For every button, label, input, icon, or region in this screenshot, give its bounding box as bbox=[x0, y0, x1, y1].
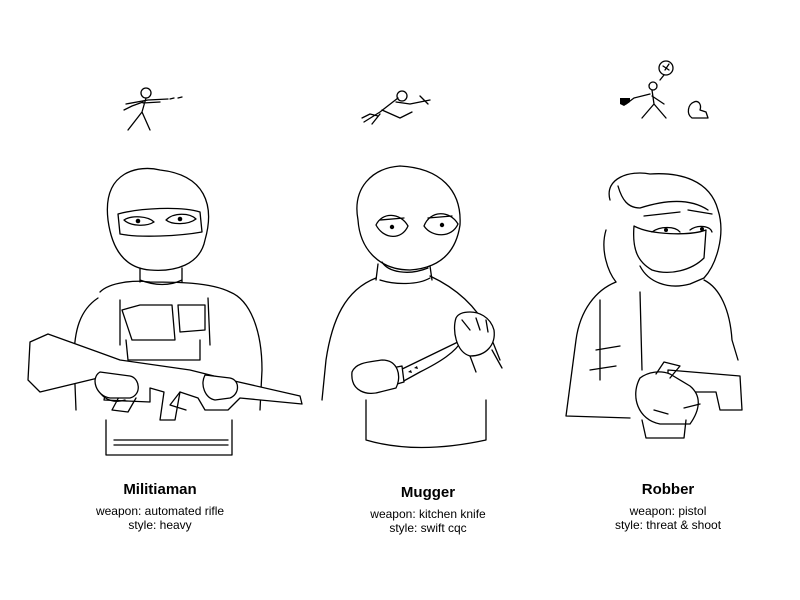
robber-mask bbox=[632, 225, 707, 273]
mugger-torso bbox=[321, 275, 501, 449]
robber-action-sketch bbox=[620, 60, 709, 119]
mugger-free-hand bbox=[453, 311, 495, 357]
militiaman-figure bbox=[27, 167, 303, 456]
mugger-name: Mugger bbox=[400, 484, 456, 501]
mugger-weapon: weapon: kitchen knife bbox=[370, 507, 486, 521]
mugger-style: style: swift cqc bbox=[389, 521, 467, 536]
militiaman-right-hand bbox=[202, 374, 239, 401]
mugger-knife bbox=[395, 339, 463, 383]
mugger-action-sketch bbox=[361, 90, 431, 125]
robber-name: Robber bbox=[641, 481, 695, 498]
robber-caption: Robber weapon: pistol style: threat & sh… bbox=[578, 481, 758, 533]
mugger-head bbox=[356, 165, 461, 271]
robber-style: style: threat & shoot bbox=[614, 518, 722, 533]
militiaman-style: style: heavy bbox=[128, 518, 192, 533]
robber-figure bbox=[565, 172, 743, 439]
mugger-knife-hand bbox=[351, 359, 400, 395]
militiaman-name: Militiaman bbox=[123, 481, 197, 498]
militiaman-left-hand bbox=[94, 371, 139, 399]
militiaman-action-sketch bbox=[123, 87, 183, 131]
militiaman-vest bbox=[119, 297, 211, 346]
mugger-caption: Mugger weapon: kitchen knife style: swif… bbox=[338, 484, 518, 536]
militiaman-weapon: weapon: automated rifle bbox=[95, 504, 225, 518]
militiaman-head bbox=[106, 167, 210, 271]
robber-weapon: weapon: pistol bbox=[629, 504, 707, 518]
militiaman-caption: Militiaman weapon: automated rifle style… bbox=[70, 481, 250, 533]
mugger-figure bbox=[321, 165, 503, 449]
